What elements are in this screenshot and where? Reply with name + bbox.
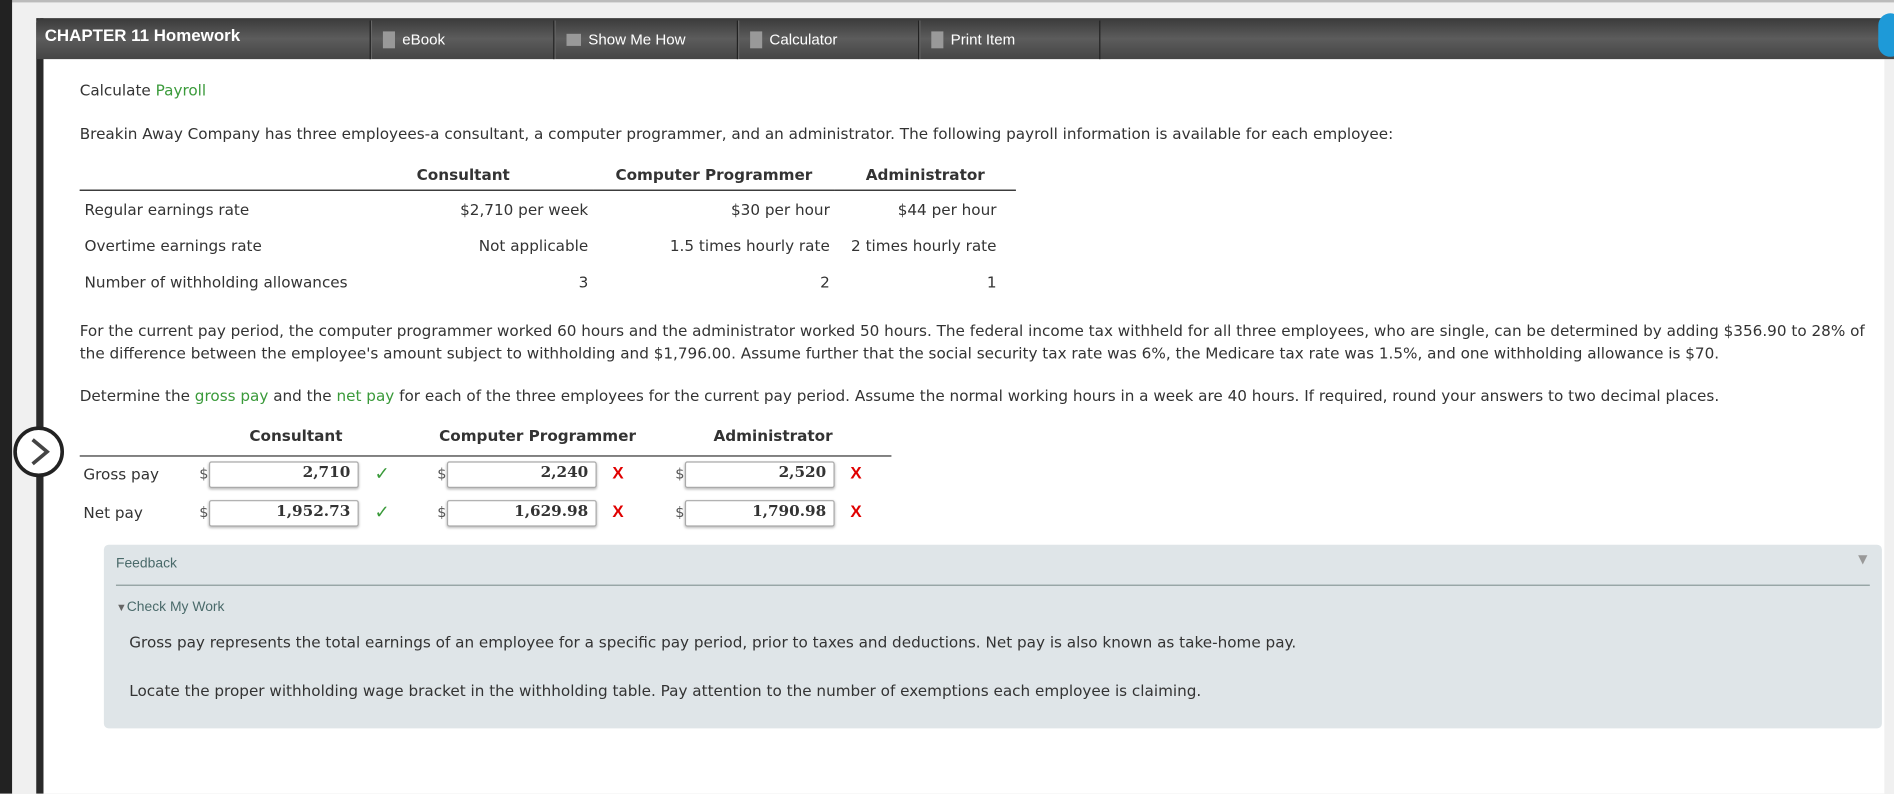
currency-symbol: $ <box>199 465 209 482</box>
table-row: Number of withholding allowances 3 2 1 <box>80 263 1016 299</box>
toolbar-divider <box>1099 20 1101 60</box>
ebook-button[interactable]: eBook <box>369 20 554 60</box>
print-icon <box>931 31 944 49</box>
cell: $44 per hour <box>897 199 997 219</box>
check-icon: ✓ <box>374 501 390 524</box>
instr-text: and the <box>273 386 332 405</box>
book-icon <box>382 31 395 49</box>
cell: 2 times hourly rate <box>851 236 997 255</box>
answer-header-consultant: Consultant <box>249 426 343 445</box>
toolbar: CHAPTER 11 Homework eBook Show Me How Ca… <box>36 18 1894 60</box>
answer-header-programmer: Computer Programmer <box>439 426 636 445</box>
feedback-divider <box>115 584 1870 586</box>
ebook-label: eBook <box>402 31 446 49</box>
check-my-work-label: Check My Work <box>126 600 225 615</box>
print-item-button[interactable]: Print Item <box>918 20 1099 60</box>
currency-symbol: $ <box>437 503 447 521</box>
problem-title: Calculate Payroll <box>80 80 206 102</box>
cell: $2,710 per week <box>460 199 589 219</box>
feedback-title: Feedback <box>115 556 177 572</box>
calculator-label: Calculator <box>769 31 838 49</box>
caret-down-icon: ▼ <box>115 601 127 614</box>
feedback-line: Gross pay represents the total earnings … <box>129 632 1297 652</box>
cell: 2 <box>820 272 830 291</box>
gross-pay-consultant-input[interactable]: 2,710 <box>208 461 359 488</box>
row-label: Gross pay <box>83 465 160 484</box>
chevron-right-icon <box>31 438 50 466</box>
payroll-link[interactable]: Payroll <box>156 81 207 99</box>
net-pay-consultant-input[interactable]: 1,952.73 <box>208 500 359 527</box>
gross-pay-link[interactable]: gross pay <box>195 387 269 405</box>
net-pay-administrator-input[interactable]: 1,790.98 <box>684 500 835 527</box>
answer-row-gross-pay: Gross pay $ 2,710 ✓ $ 2,240 X $ 2,520 X <box>80 457 901 496</box>
title-prefix: Calculate <box>79 80 151 100</box>
col-header-programmer: Computer Programmer <box>615 164 813 183</box>
col-header-consultant: Consultant <box>416 164 510 183</box>
feedback-line: Locate the proper withholding wage brack… <box>129 681 1202 700</box>
cell: 1.5 times hourly rate <box>669 236 830 255</box>
answer-header-administrator: Administrator <box>713 426 833 445</box>
instr-text: Determine the <box>79 386 190 405</box>
next-question-button[interactable] <box>13 426 65 478</box>
check-icon: ✓ <box>374 462 390 485</box>
calculator-button[interactable]: Calculator <box>736 20 918 60</box>
currency-symbol: $ <box>675 465 685 482</box>
show-me-how-label: Show Me How <box>588 31 686 49</box>
payroll-info-table: Consultant Computer Programmer Administr… <box>79 158 1016 299</box>
row-label: Overtime earnings rate <box>84 236 262 255</box>
chapter-title: CHAPTER 11 Homework <box>44 25 241 45</box>
instructions: Determine the gross pay and the net pay … <box>80 385 1719 407</box>
collapse-feedback-icon[interactable]: ▼ <box>1858 553 1867 566</box>
print-item-label: Print Item <box>950 31 1016 49</box>
x-icon: X <box>612 462 624 482</box>
currency-symbol: $ <box>437 465 447 482</box>
intro-text: Breakin Away Company has three employees… <box>79 124 1394 143</box>
problem-details: For the current pay period, the computer… <box>79 321 1865 362</box>
show-me-how-button[interactable]: Show Me How <box>553 20 737 60</box>
net-pay-link[interactable]: net pay <box>336 387 394 405</box>
x-icon: X <box>850 501 862 521</box>
video-icon <box>566 33 581 46</box>
col-header-administrator: Administrator <box>865 164 985 183</box>
cell: $30 per hour <box>731 199 830 219</box>
gross-pay-administrator-input[interactable]: 2,520 <box>684 461 835 488</box>
x-icon: X <box>850 462 862 482</box>
cell: 3 <box>578 272 589 291</box>
net-pay-programmer-input[interactable]: 1,629.98 <box>446 500 597 527</box>
x-icon: X <box>612 501 624 521</box>
check-my-work-toggle[interactable]: ▼Check My Work <box>116 600 225 614</box>
answer-row-net-pay: Net pay $ 1,952.73 ✓ $ 1,629.98 X $ 1,79… <box>80 495 901 534</box>
row-label: Net pay <box>83 503 143 522</box>
feedback-panel: Feedback ▼ ▼Check My Work Gross pay repr… <box>103 544 1882 729</box>
table-row: Overtime earnings rate Not applicable 1.5 … <box>80 227 1016 263</box>
col-header-blank <box>80 158 358 190</box>
instr-text: for each of the three employees for the … <box>399 386 1720 405</box>
help-icon[interactable] <box>1878 13 1894 57</box>
row-label: Regular earnings rate <box>84 199 250 219</box>
calculator-icon <box>750 31 763 49</box>
cell: Not applicable <box>478 236 589 255</box>
cell: 1 <box>986 272 997 291</box>
gross-pay-programmer-input[interactable]: 2,240 <box>446 461 597 488</box>
left-sidebar <box>0 0 13 794</box>
row-label: Number of withholding allowances <box>84 272 348 291</box>
table-row: Regular earnings rate $2,710 per week $30 … <box>80 190 1016 227</box>
window-top-border <box>0 0 1894 3</box>
currency-symbol: $ <box>199 503 209 521</box>
currency-symbol: $ <box>675 503 685 521</box>
